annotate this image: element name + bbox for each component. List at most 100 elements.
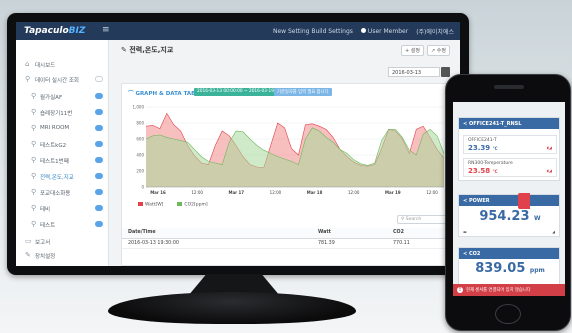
settings-link[interactable]: New Setting Build Settings xyxy=(273,28,353,35)
search-icon: ⚲ xyxy=(401,217,405,222)
note-chip: 기준일자를 입력 필요 합니다 xyxy=(274,88,332,96)
user-label: User Member xyxy=(367,28,409,35)
table-cell: 781.39 xyxy=(312,238,387,249)
sidebar-item-label: 테스트1번째 xyxy=(40,159,69,165)
menu-toggle-icon[interactable]: ≡ xyxy=(102,25,110,35)
power-value: 954.23 W xyxy=(459,209,561,224)
x-tick-label: 12:00 xyxy=(270,190,282,195)
power-card: ≺ POWER 954.23 W ▬ ◢ xyxy=(458,194,560,237)
date-input[interactable]: 2016-03-13 xyxy=(388,67,440,77)
table-search-input[interactable]: ⚲ Search xyxy=(397,215,449,224)
x-tick-label: Mar 17 xyxy=(228,190,244,195)
sensor-tile[interactable]: OFFICE241-T 23.39 °C ◖◢ xyxy=(463,135,557,154)
home-button[interactable] xyxy=(495,304,521,324)
sensor-tile[interactable]: RN300-Temperature 23.58 °C ◖◢ xyxy=(463,158,557,177)
y-tick-label: 400 xyxy=(136,153,144,158)
count-badge xyxy=(95,141,103,147)
area-chart: 0 200 400 600 800 1,000 Mar 16 12:00 Mar 17 12:00… xyxy=(133,105,445,195)
user-link[interactable]: User Member xyxy=(360,28,409,35)
column-header[interactable]: Date/Time xyxy=(122,228,312,239)
sidebar-item-label: 숍례장기11번 xyxy=(40,111,73,117)
document-icon: ▭ xyxy=(25,237,32,245)
dashboard-screen: TapaculoBIZ ≡ New Setting Build Settings… xyxy=(16,22,460,266)
monitor-base xyxy=(108,292,356,324)
sidebar-item-label: 보고서 xyxy=(35,240,51,246)
chart-icon: ⌒ xyxy=(128,91,134,97)
alert-banner[interactable]: ! 현재 센서를 연결되어 있지 않습니다 xyxy=(453,284,565,296)
sidebar-subitem[interactable]: ⚲ 테스트kG2 xyxy=(16,140,109,151)
sidebar-item-devices[interactable]: ✎ 장치설정 xyxy=(16,251,109,262)
legend-item-co2: CO2[ppm] xyxy=(177,202,208,208)
count-badge xyxy=(95,157,103,163)
search-icon: ⚲ xyxy=(31,92,37,100)
card-title: OFFICE241-T_RNSL xyxy=(468,121,522,127)
sidebar-item-dashboard[interactable]: ⌂ 대시보드 xyxy=(16,60,109,71)
sidebar-item-label: 포교대소화용 xyxy=(40,191,71,197)
table-header-row: Date/Time Watt CO2 xyxy=(122,228,455,239)
home-icon: ⌂ xyxy=(25,60,30,68)
share-tab[interactable] xyxy=(518,193,530,209)
sidebar-subitem-active[interactable]: ⚲ 전력,온도,지교 xyxy=(16,172,109,183)
sidebar-item-label: 테비 xyxy=(40,207,51,213)
legend-swatch xyxy=(138,202,143,206)
count-badge xyxy=(95,125,103,131)
sensor-value: 23.58 °C xyxy=(468,167,498,175)
account-dropdown[interactable]: (주)에이치에스 xyxy=(416,27,454,36)
card-header: ≺ CO2 xyxy=(459,248,559,259)
sensor-name: OFFICE241-T xyxy=(468,138,497,143)
sidebar-item-label: 테스트kG2 xyxy=(40,143,67,149)
page-title: ✎ 전력,온도,지교 xyxy=(121,46,174,54)
table-cell: 2016-03-13 19:30:00 xyxy=(122,238,312,249)
x-tick-label: Mar 16 xyxy=(150,190,166,195)
co2-unit: ppm xyxy=(529,267,545,274)
app-logo[interactable]: TapaculoBIZ xyxy=(24,26,85,36)
sensor-card: ≺ OFFICE241-T_RNSL OFFICE241-T 23.39 °C … xyxy=(458,117,560,181)
card-title: CO2 xyxy=(468,251,481,257)
chart-legend: Watt[W] CO2[ppm] xyxy=(138,202,208,208)
logo-main-text: Tapaculo xyxy=(24,26,69,36)
sidebar-item-label: 장치설정 xyxy=(35,254,56,260)
count-badge xyxy=(95,221,103,227)
chevron-icon xyxy=(95,76,103,82)
search-icon: ⚲ xyxy=(25,75,31,83)
sidebar-subitem[interactable]: ⚲ 포교대소화용 xyxy=(16,188,109,199)
co2-card: ≺ CO2 839.05 ppm xyxy=(458,247,560,285)
sidebar-subitem[interactable]: ⚲ 숍례장기11번 xyxy=(16,108,109,119)
sidebar-subitem[interactable]: ⚲ MRI ROOM xyxy=(16,124,109,135)
battery-icon: ▬ xyxy=(463,229,467,234)
sidebar-item-label: 대시보드 xyxy=(35,63,56,69)
column-header[interactable]: Watt xyxy=(312,228,387,239)
sidebar-subitem[interactable]: ⚲ 월가실AF xyxy=(16,92,109,103)
count-badge xyxy=(95,189,103,195)
header-buttons: + 설정 ↗ 수정 xyxy=(401,45,450,56)
calendar-icon[interactable] xyxy=(441,67,450,77)
logo-sub-text: BIZ xyxy=(68,26,86,36)
table-row[interactable]: 2016-03-13 19:30:00 781.39 770.11 xyxy=(122,238,455,249)
signal-icon: ◢ xyxy=(552,229,555,234)
sidebar-item-label: 전력,온도,지교 xyxy=(40,175,74,181)
legend-item-watt: Watt[W] xyxy=(138,202,163,208)
card-header: ≺ OFFICE241-T_RNSL xyxy=(459,118,559,129)
sidebar-subitem[interactable]: ⚲ 테스트 xyxy=(16,220,109,231)
sidebar-item-realtime[interactable]: ⚲ 데이터 실시간 조회 xyxy=(16,75,109,86)
sidebar-item-label: 월가실AF xyxy=(40,95,63,101)
legend-label: CO2[ppm] xyxy=(184,202,208,208)
edit-button[interactable]: ↗ 수정 xyxy=(427,45,450,56)
sidebar-subitem[interactable]: ⚲ 테비 xyxy=(16,204,109,215)
alert-icon: ! xyxy=(457,287,463,293)
sensor-name: RN300-Temperature xyxy=(468,161,513,166)
sidebar-item-label: 데이터 실시간 조회 xyxy=(35,78,79,84)
search-icon: ⚲ xyxy=(31,156,37,164)
page-title-text: 전력,온도,지교 xyxy=(129,46,174,54)
sidebar-item-reports[interactable]: ▭ 보고서 xyxy=(16,237,109,248)
add-setting-button[interactable]: + 설정 xyxy=(401,45,425,56)
sidebar-subitem[interactable]: ⚲ 테스트1번째 xyxy=(16,156,109,167)
panel-title-text: GRAPH & DATA TABLE xyxy=(135,91,203,97)
y-tick-label: 800 xyxy=(136,121,144,126)
count-badge xyxy=(95,109,103,115)
search-icon: ⚲ xyxy=(31,204,37,212)
signal-icon: ◖◢ xyxy=(546,145,552,150)
main-content: ✎ 전력,온도,지교 + 설정 ↗ 수정 2016-03-13 ⌒ GRAPH … xyxy=(109,40,460,266)
power-number: 954.23 xyxy=(479,209,530,224)
sensor-value-number: 23.39 xyxy=(468,144,491,152)
